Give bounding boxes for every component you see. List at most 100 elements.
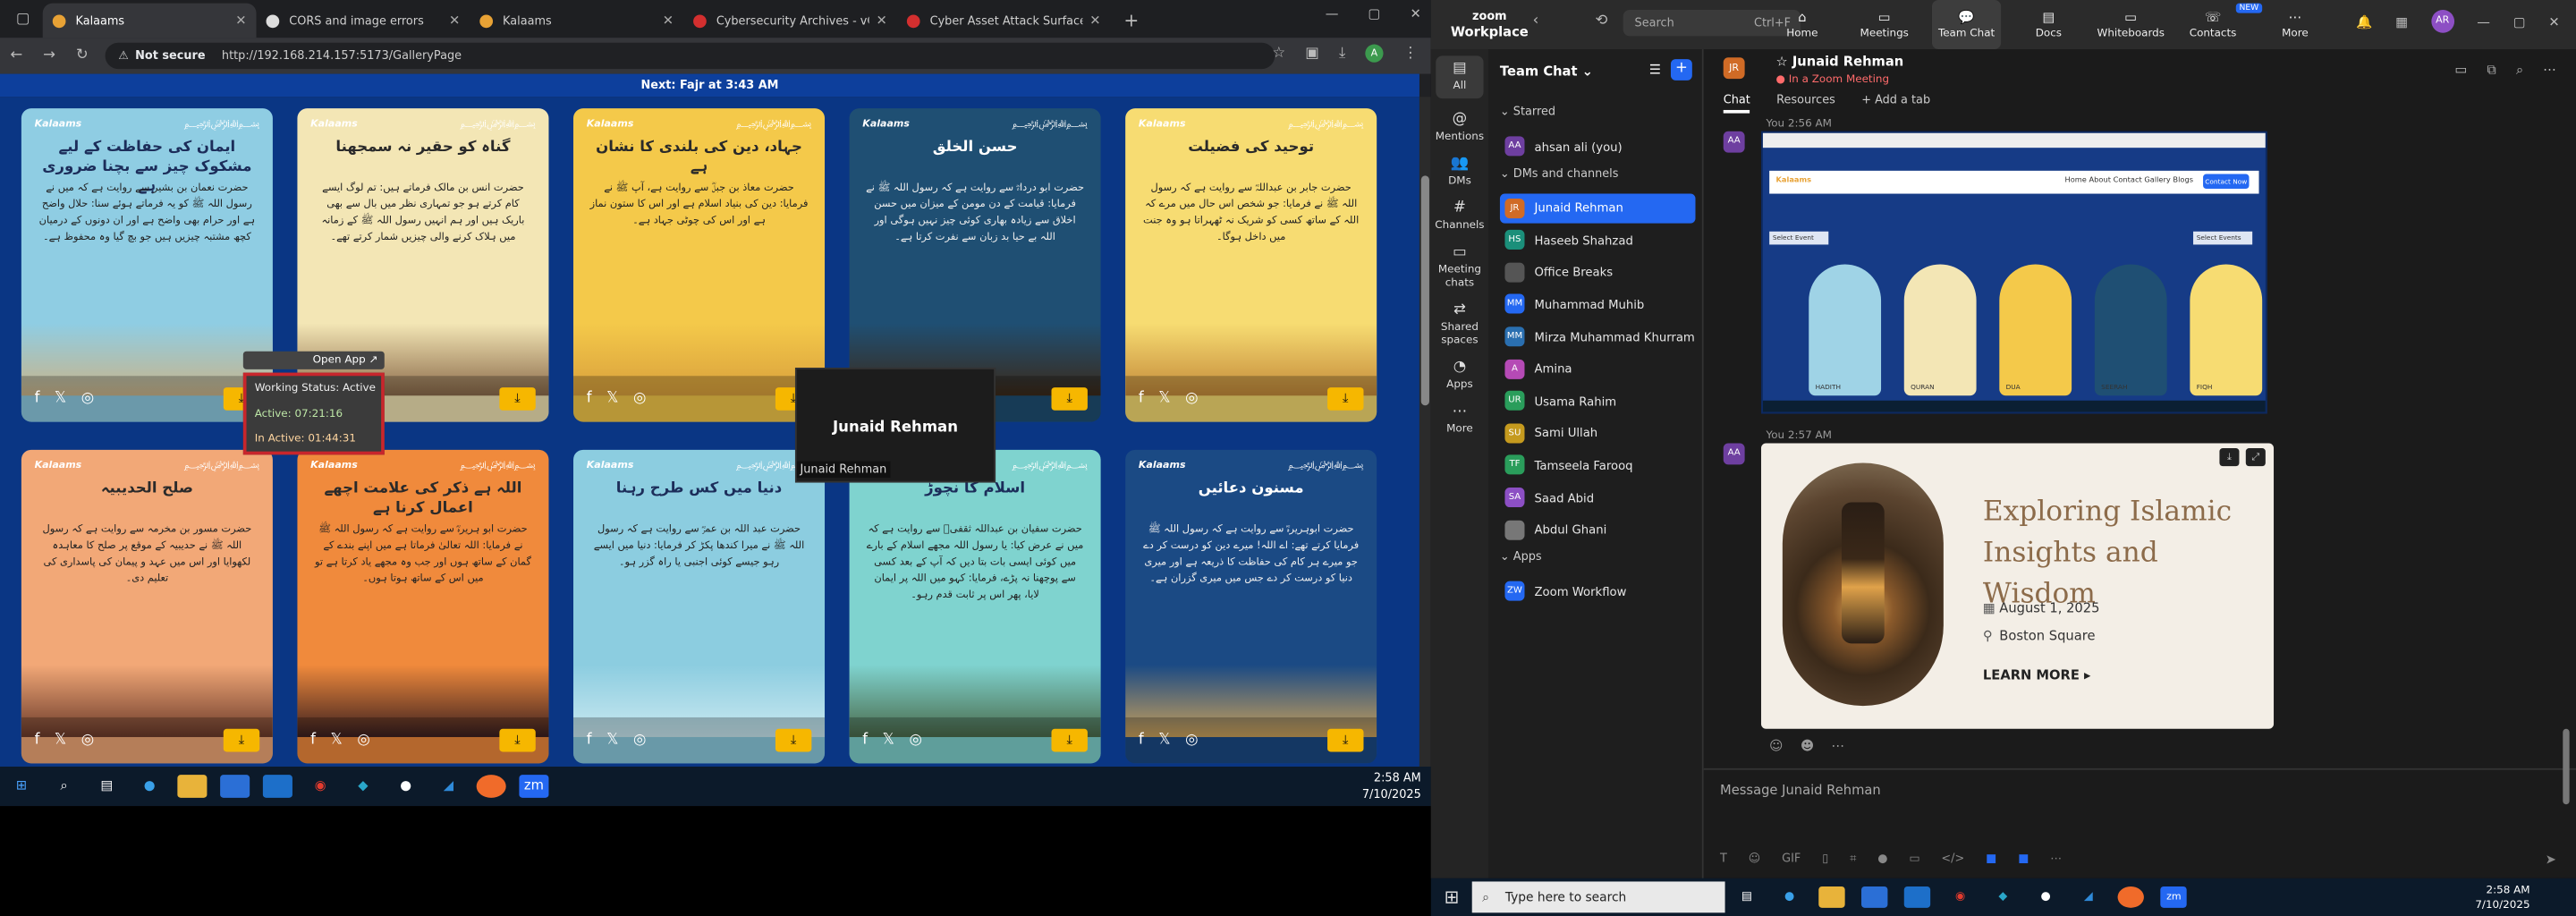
maximize-icon[interactable]: ▢ [1368, 6, 1381, 21]
edge-icon[interactable]: ● [1776, 886, 1802, 908]
team-chat-title[interactable]: Team Chat ⌄ [1500, 64, 1593, 80]
facebook-icon[interactable]: f [862, 732, 868, 748]
facebook-icon[interactable]: f [35, 732, 40, 748]
browser-tab[interactable]: Kalaams ✕ [470, 4, 683, 38]
facebook-icon[interactable]: f [35, 391, 40, 407]
sidebar-item[interactable]: JR Junaid Rehman [1499, 192, 1696, 223]
filter-icon[interactable]: ☰ [1649, 63, 1661, 78]
file-icon[interactable]: ▯ [1822, 852, 1828, 867]
nav-whiteboards[interactable]: ▭ Whiteboards [2097, 0, 2165, 49]
store-icon[interactable] [220, 775, 250, 798]
sidebar-item[interactable]: TF Tamseela Farooq [1500, 451, 1696, 480]
sidebar-item[interactable]: MM Mirza Muhammad Khurram [1500, 322, 1696, 352]
minimize-icon[interactable]: — [1326, 6, 1339, 21]
x-icon[interactable]: 𝕏 [55, 732, 66, 748]
download-button[interactable]: ⤓ [1327, 728, 1364, 752]
chrome-icon[interactable]: ◉ [306, 775, 335, 798]
vscode-icon[interactable]: ◢ [434, 775, 463, 798]
starred-section[interactable]: ⌄ Starred [1500, 105, 1555, 118]
outlook-icon[interactable] [1904, 886, 1931, 908]
dms-section[interactable]: ⌄ DMs and channels [1500, 166, 1619, 180]
nav-meetings[interactable]: ▭ Meetings [1850, 0, 1919, 49]
contact-name-text[interactable]: Junaid Rehman [1792, 55, 1903, 70]
minimize-icon[interactable]: — [2477, 14, 2490, 30]
sidebar-item[interactable]: ZW Zoom Workflow [1500, 576, 1696, 606]
edge-icon[interactable]: ● [135, 775, 165, 798]
instagram-icon[interactable]: ◎ [633, 391, 646, 407]
instagram-icon[interactable]: ◎ [1185, 391, 1198, 407]
instagram-icon[interactable]: ◎ [81, 391, 94, 407]
sidebar-item[interactable]: A Amina [1500, 354, 1696, 384]
download-icon[interactable]: ⤓ [1339, 45, 1345, 61]
emoji-icon[interactable]: ☺ [1749, 852, 1760, 867]
postman-icon[interactable] [476, 775, 506, 798]
file-explorer-icon[interactable] [177, 775, 208, 798]
task-view-icon[interactable]: ▤ [1733, 886, 1759, 908]
rail-more[interactable]: ⋯ More [1431, 404, 1488, 435]
sidebar-item[interactable]: AA ahsan ali (you) [1500, 131, 1696, 161]
sidebar-item[interactable]: UR Usama Rahim [1500, 386, 1696, 416]
facebook-icon[interactable]: f [587, 732, 592, 748]
screenshot-icon[interactable]: ⌗ [1850, 852, 1856, 867]
download-button[interactable]: ⤓ [499, 728, 536, 752]
search-icon[interactable]: ⌕ [2516, 63, 2523, 79]
download-button[interactable]: ⤓ [1327, 387, 1364, 411]
x-icon[interactable]: 𝕏 [330, 732, 342, 748]
instagram-icon[interactable]: ◎ [357, 732, 369, 748]
chat-tab[interactable]: + Add a tab [1861, 94, 1930, 114]
taskbar-search-input[interactable]: Type here to search [1472, 881, 1725, 913]
profile-avatar[interactable]: A [1365, 44, 1384, 63]
instagram-icon[interactable]: ◎ [633, 732, 646, 748]
facebook-icon[interactable]: f [587, 391, 592, 407]
rail-mentions[interactable]: @ Mentions [1431, 113, 1488, 143]
zoom-icon[interactable]: zm [519, 775, 549, 798]
history-icon[interactable]: ⟲ [1595, 13, 1607, 30]
video-tile-popup[interactable]: Junaid Rehman Junaid Rehman [794, 368, 996, 483]
store-icon[interactable] [1861, 886, 1888, 908]
gif-icon[interactable]: GIF [1782, 852, 1801, 867]
expand-icon[interactable]: ⤢ [2245, 447, 2266, 467]
download-button[interactable]: ⤓ [223, 728, 260, 752]
user-avatar[interactable]: AR [2430, 10, 2454, 33]
more-icon[interactable]: ⋯ [2543, 63, 2556, 79]
window-menu-icon[interactable]: ▢ [6, 4, 39, 37]
instagram-icon[interactable]: ◎ [1185, 732, 1198, 748]
bookmark-star-icon[interactable]: ☆ [1272, 45, 1285, 61]
tab-close-icon[interactable]: ✕ [449, 13, 460, 29]
rail-all[interactable]: ▤ All [1436, 55, 1484, 99]
calendar-icon[interactable]: ▦ [2395, 14, 2408, 30]
x-icon[interactable]: 𝕏 [1158, 732, 1170, 748]
chrome-icon[interactable]: ◉ [1947, 886, 1973, 908]
rail-channels[interactable]: # Channels [1431, 201, 1488, 232]
tab-close-icon[interactable]: ✕ [663, 13, 674, 29]
search-icon[interactable]: ⌕ [49, 775, 79, 798]
download-icon[interactable]: ⤓ [2219, 447, 2240, 467]
download-button[interactable]: ⤓ [775, 728, 812, 752]
sidebar-item[interactable]: MM Muhammad Muhib [1500, 290, 1696, 319]
sidebar-item[interactable]: SU Sami Ullah [1500, 419, 1696, 448]
facebook-icon[interactable]: f [310, 732, 316, 748]
vscode-icon[interactable]: ◢ [2075, 886, 2101, 908]
close-icon[interactable]: ✕ [1410, 6, 1420, 21]
tab-close-icon[interactable]: ✕ [235, 13, 246, 29]
mic-icon[interactable]: ● [1877, 852, 1887, 867]
rail-dms[interactable]: 👥 DMs [1431, 157, 1488, 187]
event-poster-attachment[interactable]: Exploring Islamic Insights and Wisdom ▦ A… [1760, 443, 2275, 729]
x-icon[interactable]: 𝕏 [883, 732, 894, 748]
github-icon[interactable]: ● [2032, 886, 2058, 908]
file-explorer-icon[interactable] [1818, 886, 1846, 908]
x-icon[interactable]: 𝕏 [606, 732, 618, 748]
rail-meeting-chats[interactable]: ▭ Meeting chats [1431, 245, 1488, 289]
open-app-button[interactable]: Open App ↗ [242, 351, 385, 369]
video-icon[interactable]: ▭ [2455, 63, 2468, 79]
back-icon[interactable]: ← [0, 47, 33, 64]
sidebar-item[interactable]: Office Breaks [1500, 258, 1696, 287]
nav-team-chat[interactable]: 💬 Team Chat [1931, 0, 2002, 50]
more-icon[interactable]: ⋯ [2050, 852, 2062, 867]
format-icon[interactable]: T [1720, 852, 1727, 867]
forward-icon[interactable]: → [33, 47, 66, 64]
download-button[interactable]: ⤓ [499, 387, 536, 411]
video-message-icon[interactable]: ▭ [1909, 852, 1919, 867]
nav-docs[interactable]: ▤ Docs [2014, 0, 2083, 49]
postman-icon[interactable] [2117, 886, 2145, 908]
